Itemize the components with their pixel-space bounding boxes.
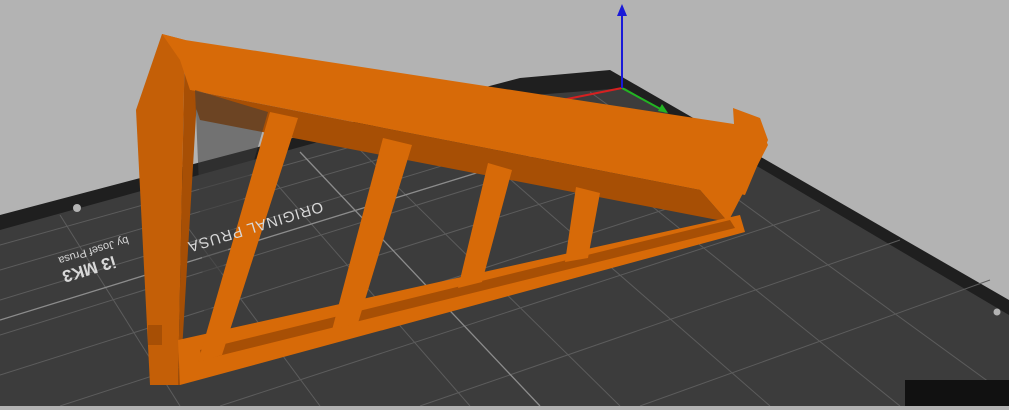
bed-clip <box>905 380 1009 406</box>
scene-canvas[interactable] <box>0 0 1009 407</box>
bed-mount-hole <box>73 204 81 212</box>
bed-mount-hole <box>993 308 1001 316</box>
z-axis-arrow <box>617 4 627 16</box>
3d-viewport[interactable]: ORIGINAL PRUSA by Josef Prusa i3 MK3 <box>0 0 1009 407</box>
